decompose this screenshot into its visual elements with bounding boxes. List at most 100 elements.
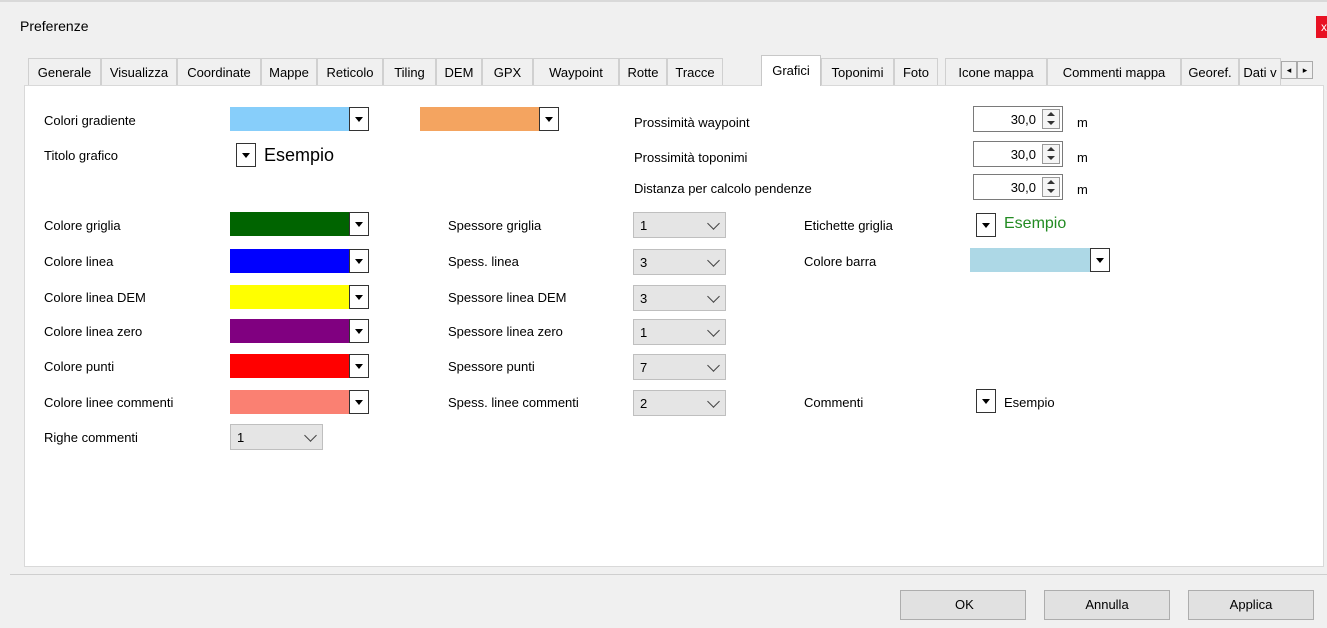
comment-lines-width-label: Spess. linee commenti xyxy=(448,395,579,410)
slope-distance-unit: m xyxy=(1077,182,1088,197)
zero-line-color-swatch[interactable] xyxy=(230,319,350,343)
tab-reticolo[interactable]: Reticolo xyxy=(317,58,383,85)
line-color-label: Colore linea xyxy=(44,254,114,269)
bar-color-label: Colore barra xyxy=(804,254,877,269)
comment-lines-width-value: 2 xyxy=(640,396,648,411)
tab-foto[interactable]: Foto xyxy=(894,58,938,85)
prox-waypoint-unit: m xyxy=(1077,115,1088,130)
comment-rows-select[interactable]: 1 xyxy=(230,424,323,450)
points-color-dropdown-icon[interactable] xyxy=(349,354,369,378)
chevron-down-icon xyxy=(707,359,720,372)
tab-waypoint[interactable]: Waypoint xyxy=(533,58,619,85)
tab-strip: Generale Visualizza Coordinate Mappe Ret… xyxy=(24,55,1312,86)
comment-rows-label: Righe commenti xyxy=(44,430,138,445)
prox-waypoint-label: Prossimità waypoint xyxy=(634,115,750,130)
comment-lines-color-dropdown-icon[interactable] xyxy=(349,390,369,414)
dem-line-width-value: 3 xyxy=(640,291,648,306)
window-top-edge xyxy=(0,0,1327,2)
tab-grafici[interactable]: Grafici xyxy=(761,55,821,86)
apply-button[interactable]: Applica xyxy=(1188,590,1314,620)
spinner-arrows-icon[interactable] xyxy=(1042,109,1060,129)
dem-line-color-swatch[interactable] xyxy=(230,285,350,309)
grid-color-dropdown-icon[interactable] xyxy=(349,212,369,236)
bar-color-dropdown-icon[interactable] xyxy=(1090,248,1110,272)
line-color-dropdown-icon[interactable] xyxy=(349,249,369,273)
chevron-down-icon xyxy=(707,395,720,408)
prox-toponimi-value[interactable]: 30,0 xyxy=(1011,147,1036,162)
dem-line-width-select[interactable]: 3 xyxy=(633,285,726,311)
comments-sample: Esempio xyxy=(1004,395,1055,410)
grid-width-label: Spessore griglia xyxy=(448,218,542,233)
prox-toponimi-spinner[interactable]: 30,0 xyxy=(973,141,1063,167)
tab-scroll-left-icon[interactable]: ◂ xyxy=(1281,61,1297,79)
tab-icone-mappa[interactable]: Icone mappa xyxy=(945,58,1047,85)
zero-line-width-value: 1 xyxy=(640,325,648,340)
grid-labels-sample: Esempio xyxy=(1004,215,1067,232)
cancel-button[interactable]: Annulla xyxy=(1044,590,1170,620)
chart-title-font-dropdown-icon[interactable] xyxy=(236,143,256,167)
grid-color-swatch[interactable] xyxy=(230,212,350,236)
tab-dem[interactable]: DEM xyxy=(436,58,482,85)
chart-title-label: Titolo grafico xyxy=(44,148,118,163)
ok-button[interactable]: OK xyxy=(900,590,1026,620)
grid-labels-label: Etichette griglia xyxy=(804,218,893,233)
zero-line-color-dropdown-icon[interactable] xyxy=(349,319,369,343)
chevron-down-icon xyxy=(707,217,720,230)
tab-tiling[interactable]: Tiling xyxy=(383,58,436,85)
grid-width-value: 1 xyxy=(640,218,648,233)
chart-title-sample: Esempio xyxy=(264,145,335,165)
zero-line-color-label: Colore linea zero xyxy=(44,324,143,339)
chevron-down-icon xyxy=(707,324,720,337)
tab-commenti-mappa[interactable]: Commenti mappa xyxy=(1047,58,1181,85)
tab-coordinate[interactable]: Coordinate xyxy=(177,58,261,85)
prox-waypoint-value[interactable]: 30,0 xyxy=(1011,112,1036,127)
tab-mappe[interactable]: Mappe xyxy=(261,58,317,85)
grid-color-label: Colore griglia xyxy=(44,218,121,233)
comment-rows-value: 1 xyxy=(237,430,245,445)
grid-labels-font-dropdown-icon[interactable] xyxy=(976,213,996,237)
tab-dati[interactable]: Dati v xyxy=(1239,58,1281,85)
zero-line-width-select[interactable]: 1 xyxy=(633,319,726,345)
tab-visualizza[interactable]: Visualizza xyxy=(101,58,177,85)
tab-toponimi[interactable]: Toponimi xyxy=(821,58,894,85)
tab-tracce[interactable]: Tracce xyxy=(667,58,723,85)
comment-lines-width-select[interactable]: 2 xyxy=(633,390,726,416)
prox-toponimi-label: Prossimità toponimi xyxy=(634,150,748,165)
chevron-down-icon xyxy=(707,254,720,267)
bar-color-swatch[interactable] xyxy=(970,248,1090,272)
slope-distance-value[interactable]: 30,0 xyxy=(1011,180,1036,195)
slope-distance-label: Distanza per calcolo pendenze xyxy=(634,181,812,196)
grid-width-select[interactable]: 1 xyxy=(633,212,726,238)
prox-waypoint-spinner[interactable]: 30,0 xyxy=(973,106,1063,132)
close-button[interactable]: x xyxy=(1316,16,1327,38)
dem-line-width-label: Spessore linea DEM xyxy=(448,290,567,305)
tab-georef[interactable]: Georef. xyxy=(1181,58,1239,85)
spinner-arrows-icon[interactable] xyxy=(1042,177,1060,197)
gradient-color1-dropdown-icon[interactable] xyxy=(349,107,369,131)
dem-line-color-label: Colore linea DEM xyxy=(44,290,146,305)
line-width-value: 3 xyxy=(640,255,648,270)
tab-scroll-right-icon[interactable]: ▸ xyxy=(1297,61,1313,79)
footer-separator xyxy=(10,574,1327,575)
comments-font-dropdown-icon[interactable] xyxy=(976,389,996,413)
points-width-select[interactable]: 7 xyxy=(633,354,726,380)
prox-toponimi-unit: m xyxy=(1077,150,1088,165)
slope-distance-spinner[interactable]: 30,0 xyxy=(973,174,1063,200)
zero-line-width-label: Spessore linea zero xyxy=(448,324,563,339)
points-width-value: 7 xyxy=(640,360,648,375)
tab-rotte[interactable]: Rotte xyxy=(619,58,667,85)
points-color-swatch[interactable] xyxy=(230,354,350,378)
line-width-label: Spess. linea xyxy=(448,254,519,269)
line-width-select[interactable]: 3 xyxy=(633,249,726,275)
tab-gpx[interactable]: GPX xyxy=(482,58,533,85)
gradient-color2-dropdown-icon[interactable] xyxy=(539,107,559,131)
spinner-arrows-icon[interactable] xyxy=(1042,144,1060,164)
tab-generale[interactable]: Generale xyxy=(28,58,101,85)
gradient-color1-swatch[interactable] xyxy=(230,107,350,131)
line-color-swatch[interactable] xyxy=(230,249,350,273)
dem-line-color-dropdown-icon[interactable] xyxy=(349,285,369,309)
comments-label: Commenti xyxy=(804,395,864,410)
gradient-colors-label: Colori gradiente xyxy=(44,113,136,128)
gradient-color2-swatch[interactable] xyxy=(420,107,540,131)
comment-lines-color-swatch[interactable] xyxy=(230,390,350,414)
